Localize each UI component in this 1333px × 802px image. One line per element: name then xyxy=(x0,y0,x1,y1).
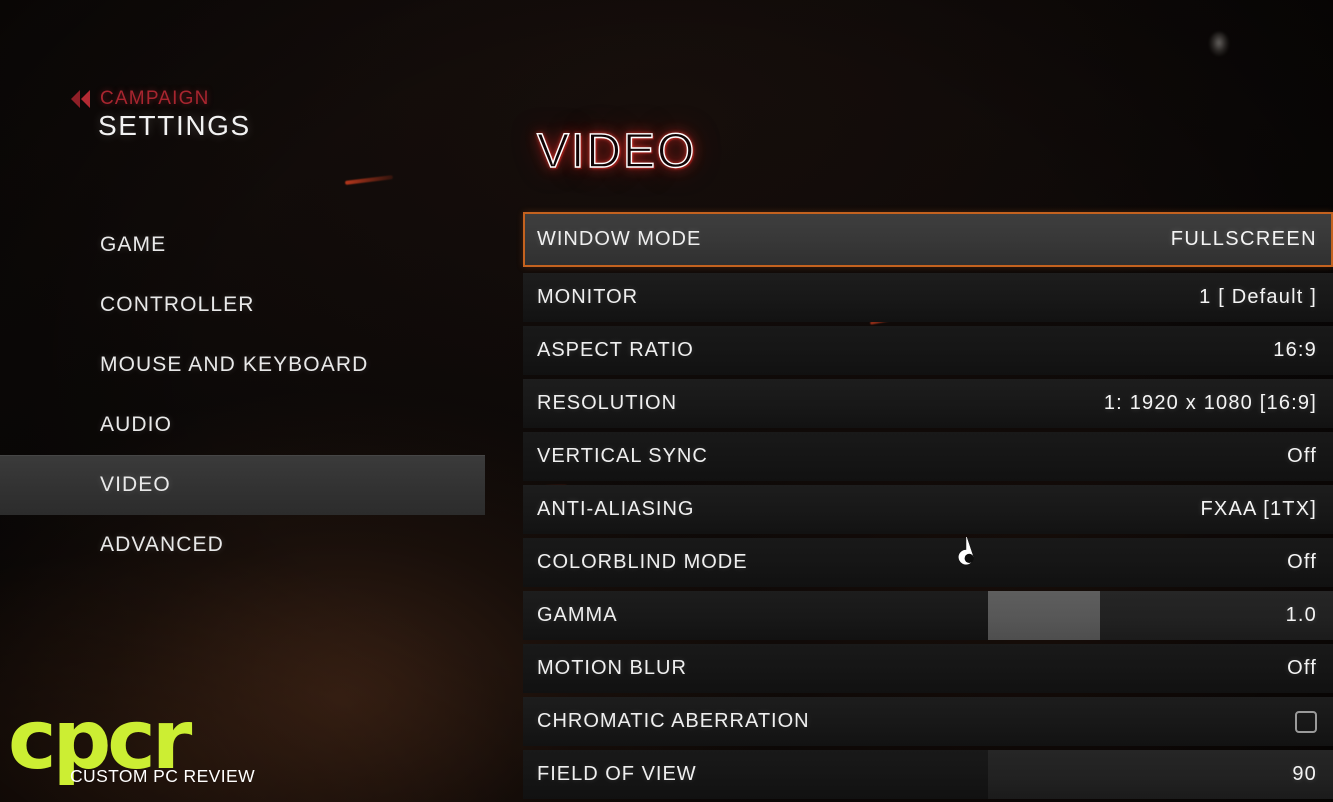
setting-row-colorblind-mode[interactable]: COLORBLIND MODE Off xyxy=(523,538,1333,587)
sidebar-item-controller[interactable]: CONTROLLER xyxy=(0,275,500,335)
setting-row-aspect-ratio[interactable]: ASPECT RATIO 16:9 xyxy=(523,326,1333,375)
setting-label: GAMMA xyxy=(537,604,618,626)
back-to-campaign-label: CAMPAIGN xyxy=(100,88,210,109)
setting-row-anti-aliasing[interactable]: ANTI-ALIASING FXAA [1TX] xyxy=(523,485,1333,534)
setting-value: FXAA [1TX] xyxy=(1200,498,1317,520)
watermark-tagline: CUSTOM PC REVIEW xyxy=(70,766,255,786)
setting-label: FIELD OF VIEW xyxy=(537,763,697,785)
setting-label: ANTI-ALIASING xyxy=(537,498,695,520)
setting-value: 1.0 xyxy=(1285,604,1317,626)
setting-label: COLORBLIND MODE xyxy=(537,551,748,573)
sidebar-item-label: VIDEO xyxy=(100,473,171,496)
setting-label: CHROMATIC ABERRATION xyxy=(537,710,810,732)
setting-value: Off xyxy=(1287,657,1317,679)
sidebar-item-label: MOUSE AND KEYBOARD xyxy=(100,353,369,376)
sidebar-item-label: GAME xyxy=(100,233,167,256)
gamma-slider-fill[interactable] xyxy=(988,591,1100,640)
setting-value: FULLSCREEN xyxy=(1170,228,1317,250)
setting-label: VERTICAL SYNC xyxy=(537,445,708,467)
sidebar-item-mouse-and-keyboard[interactable]: MOUSE AND KEYBOARD xyxy=(0,335,500,395)
setting-value: Off xyxy=(1287,551,1317,573)
setting-row-vertical-sync[interactable]: VERTICAL SYNC Off xyxy=(523,432,1333,481)
setting-label: WINDOW MODE xyxy=(537,228,702,250)
setting-row-chromatic-aberration[interactable]: CHROMATIC ABERRATION xyxy=(523,697,1333,746)
setting-value: 1: 1920 x 1080 [16:9] xyxy=(1103,392,1317,414)
sidebar-item-video[interactable]: VIDEO xyxy=(0,455,485,515)
setting-row-window-mode[interactable]: WINDOW MODE FULLSCREEN xyxy=(523,212,1333,267)
setting-value: Off xyxy=(1287,445,1317,467)
setting-row-field-of-view[interactable]: FIELD OF VIEW 90 xyxy=(523,750,1333,799)
settings-rows: WINDOW MODE FULLSCREEN MONITOR 1 [ Defau… xyxy=(523,212,1333,802)
setting-row-resolution[interactable]: RESOLUTION 1: 1920 x 1080 [16:9] xyxy=(523,379,1333,428)
watermark-logo: cpcr CUSTOM PC REVIEW xyxy=(8,700,298,795)
setting-label: RESOLUTION xyxy=(537,392,678,414)
setting-value: 1 [ Default ] xyxy=(1199,286,1317,308)
setting-row-motion-blur[interactable]: MOTION BLUR Off xyxy=(523,644,1333,693)
sidebar-item-advanced[interactable]: ADVANCED xyxy=(0,515,500,575)
setting-label: MONITOR xyxy=(537,286,639,308)
setting-label: MOTION BLUR xyxy=(537,657,687,679)
sidebar-item-label: ADVANCED xyxy=(100,533,224,556)
setting-value: 16:9 xyxy=(1273,339,1317,361)
video-settings-panel: VIDEO WINDOW MODE FULLSCREEN MONITOR 1 [… xyxy=(523,0,1333,802)
page-title: SETTINGS xyxy=(98,110,251,141)
setting-label: ASPECT RATIO xyxy=(537,339,694,361)
setting-row-monitor[interactable]: MONITOR 1 [ Default ] xyxy=(523,273,1333,322)
sidebar-item-label: CONTROLLER xyxy=(100,293,255,316)
double-chevron-left-icon xyxy=(70,89,92,109)
field-of-view-slider-track[interactable] xyxy=(988,750,1333,799)
sidebar-item-label: AUDIO xyxy=(100,413,173,436)
back-to-campaign-button[interactable]: CAMPAIGN xyxy=(70,88,210,110)
panel-title: VIDEO xyxy=(536,124,697,178)
setting-row-gamma[interactable]: GAMMA 1.0 xyxy=(523,591,1333,640)
settings-sidebar: CAMPAIGN SETTINGS GAME CONTROLLER MOUSE … xyxy=(0,0,500,802)
setting-value: 90 xyxy=(1292,763,1317,785)
sidebar-item-audio[interactable]: AUDIO xyxy=(0,395,500,455)
chromatic-aberration-checkbox[interactable] xyxy=(1295,710,1317,733)
game-settings-screen: CAMPAIGN SETTINGS GAME CONTROLLER MOUSE … xyxy=(0,0,1333,802)
sidebar-item-game[interactable]: GAME xyxy=(0,215,500,275)
sidebar-nav-list: GAME CONTROLLER MOUSE AND KEYBOARD AUDIO… xyxy=(0,215,500,575)
